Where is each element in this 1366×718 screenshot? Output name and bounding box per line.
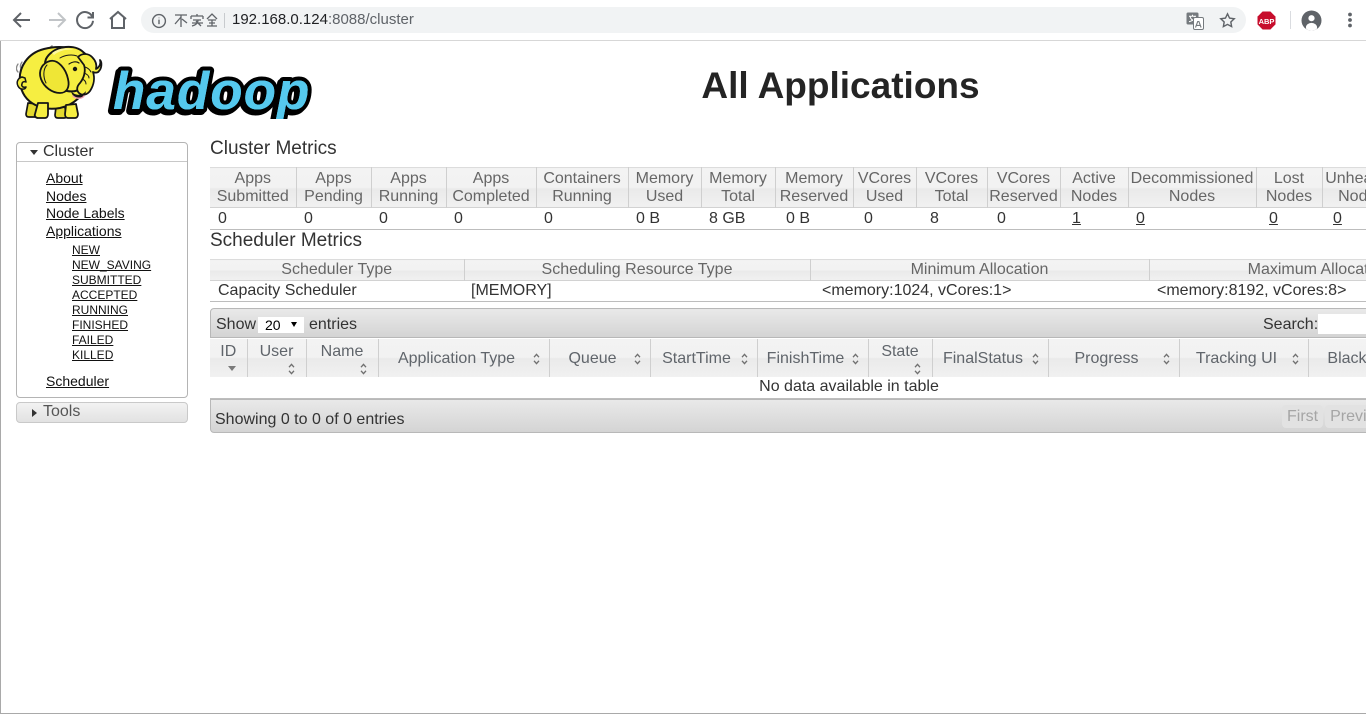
svg-text:ABP: ABP <box>1259 17 1275 26</box>
svg-text:hadoop: hadoop <box>113 62 310 119</box>
